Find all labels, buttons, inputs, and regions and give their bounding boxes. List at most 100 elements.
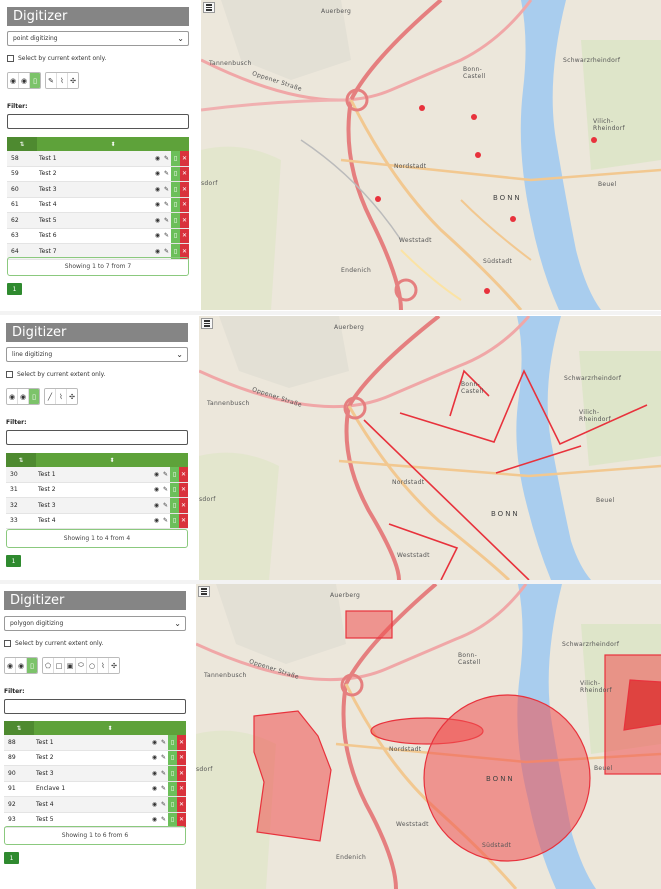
eye-icon[interactable]: ◉ [152,467,161,482]
edit-icon[interactable]: ✎ [162,151,171,166]
checkbox-box[interactable] [4,640,11,647]
table-row[interactable]: 31 Test 2 ◉ ✎ ▯ ✕ [6,482,188,498]
circle-tool-icon[interactable]: ○ [87,658,98,673]
eye-icon[interactable]: ◉ [150,766,159,781]
sort-icon[interactable]: ⇅ [7,137,37,151]
zoom-icon[interactable]: ▯ [170,513,179,528]
ellipse-tool-icon[interactable]: ⬭ [76,658,87,673]
table-header[interactable]: ⇅ ⬍ [7,137,189,151]
eye-icon[interactable]: ◉ [153,198,162,213]
map-view[interactable]: Auerberg Tannenbusch Oppener Straße Bonn… [199,316,661,580]
modify-tool-icon[interactable]: ⌇ [56,389,67,404]
edit-icon[interactable]: ✎ [162,198,171,213]
table-row[interactable]: 63 Test 6 ◉ ✎ ▯ ✕ [7,228,189,244]
zoom-icon[interactable]: ▯ [170,467,179,482]
edit-icon[interactable]: ✎ [159,813,168,828]
sort-icon[interactable]: ⬍ [37,137,189,151]
table-row[interactable]: 88 Test 1 ◉ ✎ ▯ ✕ [4,735,186,751]
show-all-icon[interactable]: ◉ [8,73,19,88]
sort-icon[interactable]: ⇅ [6,453,36,467]
eye-icon[interactable]: ◉ [153,151,162,166]
mode-select[interactable]: point digitizing ⌄ [7,31,189,46]
edit-icon[interactable]: ✎ [159,751,168,766]
close-icon[interactable]: ✕ [177,812,186,827]
table-row[interactable]: 32 Test 3 ◉ ✎ ▯ ✕ [6,498,188,514]
sort-icon[interactable]: ⬍ [36,453,188,467]
eye-icon[interactable]: ◉ [150,797,159,812]
zoom-icon[interactable]: ▯ [171,213,180,228]
eye-icon[interactable]: ◉ [152,514,161,529]
zoom-all-icon[interactable]: ▯ [29,389,39,404]
edit-icon[interactable]: ✎ [161,514,170,529]
extent-checkbox[interactable]: Select by current extent only. [7,55,106,62]
table-header[interactable]: ⇅ ⬍ [6,453,188,467]
close-icon[interactable]: ✕ [180,182,189,197]
close-icon[interactable]: ✕ [179,467,188,482]
eye-icon[interactable]: ◉ [153,213,162,228]
eye-icon[interactable]: ◉ [152,498,161,513]
modify-tool-icon[interactable]: ⌇ [57,73,68,88]
checkbox-box[interactable] [7,55,14,62]
zoom-all-icon[interactable]: ▯ [30,73,40,88]
close-icon[interactable]: ✕ [179,482,188,497]
sort-icon[interactable]: ⬍ [34,721,186,735]
zoom-icon[interactable]: ▯ [170,482,179,497]
close-icon[interactable]: ✕ [177,766,186,781]
zoom-icon[interactable]: ▯ [171,182,180,197]
page-button[interactable]: 1 [6,555,21,567]
move-tool-icon[interactable]: ✣ [68,73,78,88]
table-row[interactable]: 59 Test 2 ◉ ✎ ▯ ✕ [7,166,189,182]
zoom-icon[interactable]: ▯ [171,151,180,166]
close-icon[interactable]: ✕ [180,213,189,228]
edit-icon[interactable]: ✎ [162,182,171,197]
move-tool-icon[interactable]: ✣ [109,658,119,673]
edit-icon[interactable]: ✎ [161,467,170,482]
close-icon[interactable]: ✕ [179,498,188,513]
filter-input[interactable] [6,430,188,445]
eye-icon[interactable]: ◉ [150,735,159,750]
sort-icon[interactable]: ⇅ [4,721,34,735]
table-row[interactable]: 92 Test 4 ◉ ✎ ▯ ✕ [4,797,186,813]
line-tool-icon[interactable]: ╱ [45,389,56,404]
edit-icon[interactable]: ✎ [161,483,170,498]
edit-icon[interactable]: ✎ [161,498,170,513]
close-icon[interactable]: ✕ [180,228,189,243]
table-row[interactable]: 90 Test 3 ◉ ✎ ▯ ✕ [4,766,186,782]
table-row[interactable]: 62 Test 5 ◉ ✎ ▯ ✕ [7,213,189,229]
close-icon[interactable]: ✕ [177,735,186,750]
menu-icon[interactable] [203,2,215,13]
menu-icon[interactable] [198,586,210,597]
close-icon[interactable]: ✕ [177,781,186,796]
eye-icon[interactable]: ◉ [153,182,162,197]
filter-input[interactable] [7,114,189,129]
zoom-icon[interactable]: ▯ [168,812,177,827]
edit-icon[interactable]: ✎ [162,213,171,228]
table-row[interactable]: 30 Test 1 ◉ ✎ ▯ ✕ [6,467,188,483]
table-row[interactable]: 61 Test 4 ◉ ✎ ▯ ✕ [7,197,189,213]
table-row[interactable]: 91 Enclave 1 ◉ ✎ ▯ ✕ [4,781,186,797]
extent-checkbox[interactable]: Select by current extent only. [6,371,105,378]
polygon-tool-icon[interactable]: ⬠ [43,658,54,673]
show-all-icon[interactable]: ◉ [7,389,18,404]
zoom-icon[interactable]: ▯ [171,197,180,212]
close-icon[interactable]: ✕ [177,797,186,812]
map-view[interactable]: Auerberg Tannenbusch Oppener Straße Bonn… [196,584,661,889]
close-icon[interactable]: ✕ [180,166,189,181]
filter-input[interactable] [4,699,186,714]
table-row[interactable]: 60 Test 3 ◉ ✎ ▯ ✕ [7,182,189,198]
zoom-icon[interactable]: ▯ [168,750,177,765]
mode-select[interactable]: line digitizing ⌄ [6,347,188,362]
enclave-tool-icon[interactable]: ▣ [65,658,76,673]
menu-icon[interactable] [201,318,213,329]
eye-icon[interactable]: ◉ [150,782,159,797]
point-tool-icon[interactable]: ✎ [46,73,57,88]
map-view[interactable]: Auerberg Tannenbusch Oppener Straße Bonn… [201,0,661,310]
table-row[interactable]: 89 Test 2 ◉ ✎ ▯ ✕ [4,750,186,766]
hide-all-icon[interactable]: ◉ [19,73,30,88]
move-tool-icon[interactable]: ✣ [67,389,77,404]
hide-all-icon[interactable]: ◉ [18,389,29,404]
checkbox-box[interactable] [6,371,13,378]
edit-icon[interactable]: ✎ [162,229,171,244]
zoom-icon[interactable]: ▯ [171,166,180,181]
hide-all-icon[interactable]: ◉ [16,658,27,673]
